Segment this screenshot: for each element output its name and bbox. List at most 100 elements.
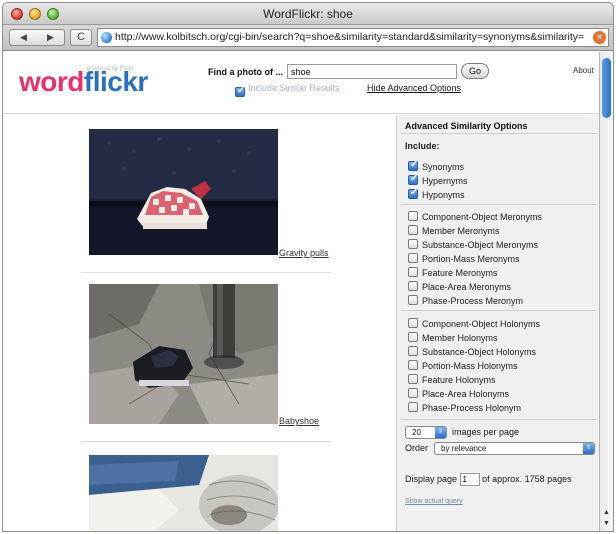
option-hypernyms[interactable]: Hypernyms <box>408 173 468 186</box>
checkbox[interactable] <box>408 295 418 305</box>
result-caption[interactable]: Babyshoe <box>279 416 319 426</box>
option-member-holonyms[interactable]: Member Holonyms <box>408 332 498 343</box>
option-label: Synonyms <box>422 162 465 172</box>
reload-button[interactable]: C <box>70 29 92 46</box>
checkbox[interactable] <box>408 253 418 263</box>
option-place-area-holonyms[interactable]: Place-Area Holonyms <box>408 388 509 399</box>
option-label: Phase-Process Meronym <box>422 296 524 306</box>
scroll-thumb[interactable] <box>602 58 611 118</box>
checkbox[interactable] <box>408 239 418 249</box>
back-arrow-icon[interactable]: ◀ <box>20 32 27 43</box>
option-synonyms[interactable]: Synonyms <box>408 159 465 172</box>
option-label: Component-Object Meronyms <box>422 212 543 222</box>
panel-divider <box>401 204 597 205</box>
select-arrows-icon: ⇕ <box>435 427 446 438</box>
checkbox[interactable] <box>408 281 418 291</box>
checkbox[interactable] <box>408 225 418 235</box>
option-portion-mass-holonyms[interactable]: Portion-Mass Holonyms <box>408 360 518 371</box>
search-input[interactable] <box>287 64 457 79</box>
include-similar-label: Include Similar Results <box>248 83 340 93</box>
display-page-row: Display page of approx. 1758 pages <box>405 473 572 486</box>
window-title: WordFlickr: shoe <box>263 7 353 21</box>
result-caption[interactable]: Gravity pulls <box>279 248 329 258</box>
option-label: Component-Object Holonyms <box>422 319 541 329</box>
advanced-options-panel: Advanced Similarity Options Include: Syn… <box>396 115 601 531</box>
result-photo[interactable] <box>89 129 278 255</box>
include-label: Include: <box>405 141 440 151</box>
logo-word: word <box>19 66 84 97</box>
option-substance-object-meronyms[interactable]: Substance-Object Meronyms <box>408 239 538 250</box>
panel-divider <box>401 133 597 134</box>
option-label: Hyponyms <box>422 190 465 200</box>
option-label: Substance-Object Holonyms <box>422 347 537 357</box>
panel-divider <box>401 419 597 420</box>
display-page-prefix: Display page <box>405 474 458 484</box>
option-label: Hypernyms <box>422 176 468 186</box>
checkbox[interactable] <box>408 211 418 221</box>
stop-icon[interactable]: ✕ <box>593 31 606 44</box>
option-label: Member Meronyms <box>422 226 500 236</box>
option-portion-mass-meronyms[interactable]: Portion-Mass Meronyms <box>408 253 520 264</box>
browser-toolbar: ◀ ▶ C http://www.kolbitsch.org/cgi-bin/s… <box>3 25 613 51</box>
checkbox[interactable] <box>408 267 418 277</box>
result-photo[interactable] <box>89 284 278 424</box>
order-select[interactable]: by relevance ⇕ <box>434 442 595 455</box>
option-feature-meronyms[interactable]: Feature Meronyms <box>408 267 498 278</box>
option-feature-holonyms[interactable]: Feature Holonyms <box>408 374 496 385</box>
images-per-page-select[interactable]: 20 ⇕ <box>405 426 447 439</box>
address-bar[interactable]: http://www.kolbitsch.org/cgi-bin/search?… <box>97 28 609 47</box>
option-component-object-holonyms[interactable]: Component-Object Holonyms <box>408 318 540 329</box>
checkbox[interactable] <box>408 346 418 356</box>
synonyms-checkbox[interactable] <box>408 159 418 171</box>
option-label: Member Holonyms <box>422 333 498 343</box>
checkbox[interactable] <box>408 374 418 384</box>
page-content: wordflickr powered by Flickr Find a phot… <box>3 52 601 531</box>
option-phase-process-holonym[interactable]: Phase-Process Holonym <box>408 402 521 413</box>
option-hyponyms[interactable]: Hyponyms <box>408 187 465 200</box>
go-button[interactable]: Go <box>461 63 489 79</box>
scroll-up-arrow-icon[interactable]: ▲ <box>600 509 613 519</box>
include-similar-checkbox[interactable] <box>235 85 245 97</box>
option-label: Portion-Mass Meronyms <box>422 254 520 264</box>
option-phase-process-meronym[interactable]: Phase-Process Meronym <box>408 295 523 306</box>
logo-tagline: powered by Flickr <box>87 66 135 72</box>
option-label: Portion-Mass Holonyms <box>422 361 518 371</box>
option-component-object-meronyms[interactable]: Component-Object Meronyms <box>408 211 542 222</box>
panel-divider <box>401 310 597 311</box>
checkbox[interactable] <box>408 318 418 328</box>
back-forward-buttons[interactable]: ◀ ▶ <box>9 29 65 46</box>
order-value: by relevance <box>441 444 487 453</box>
select-arrows-icon: ⇕ <box>583 443 594 454</box>
option-place-area-meronyms[interactable]: Place-Area Meronyms <box>408 281 511 292</box>
vertical-scrollbar[interactable]: ▲ ▼ <box>599 52 613 531</box>
display-page-input[interactable] <box>459 473 480 486</box>
scroll-down-arrow-icon[interactable]: ▼ <box>600 520 613 530</box>
hyponyms-checkbox[interactable] <box>408 187 418 199</box>
hypernyms-checkbox[interactable] <box>408 173 418 185</box>
panel-title: Advanced Similarity Options <box>405 121 528 131</box>
per-page-label: images per page <box>452 427 520 437</box>
display-page-suffix: of approx. 1758 pages <box>482 474 572 484</box>
site-header: wordflickr powered by Flickr Find a phot… <box>3 52 601 114</box>
hide-advanced-options-link[interactable]: Hide Advanced Options <box>367 83 461 93</box>
option-member-meronyms[interactable]: Member Meronyms <box>408 225 500 236</box>
browser-window: WordFlickr: shoe ◀ ▶ C http://www.kolbit… <box>2 2 614 532</box>
checkbox[interactable] <box>408 388 418 398</box>
checkbox[interactable] <box>408 360 418 370</box>
results-list: Gravity pulls Babyshoe <box>3 115 396 531</box>
show-actual-query-link[interactable]: Show actual query <box>405 498 463 505</box>
address-url: http://www.kolbitsch.org/cgi-bin/search?… <box>115 31 585 43</box>
option-label: Place-Area Holonyms <box>422 389 510 399</box>
result-photo[interactable] <box>89 455 278 531</box>
option-label: Feature Holonyms <box>422 375 496 385</box>
checkbox[interactable] <box>408 332 418 342</box>
option-label: Phase-Process Holonym <box>422 403 522 413</box>
title-bar: WordFlickr: shoe <box>3 3 613 25</box>
option-substance-object-holonyms[interactable]: Substance-Object Holonyms <box>408 346 536 357</box>
option-label: Feature Meronyms <box>422 268 498 278</box>
result-separator <box>81 441 331 442</box>
forward-arrow-icon[interactable]: ▶ <box>47 32 54 43</box>
checkbox[interactable] <box>408 402 418 412</box>
about-link[interactable]: About <box>573 66 594 75</box>
result-separator <box>81 272 331 273</box>
